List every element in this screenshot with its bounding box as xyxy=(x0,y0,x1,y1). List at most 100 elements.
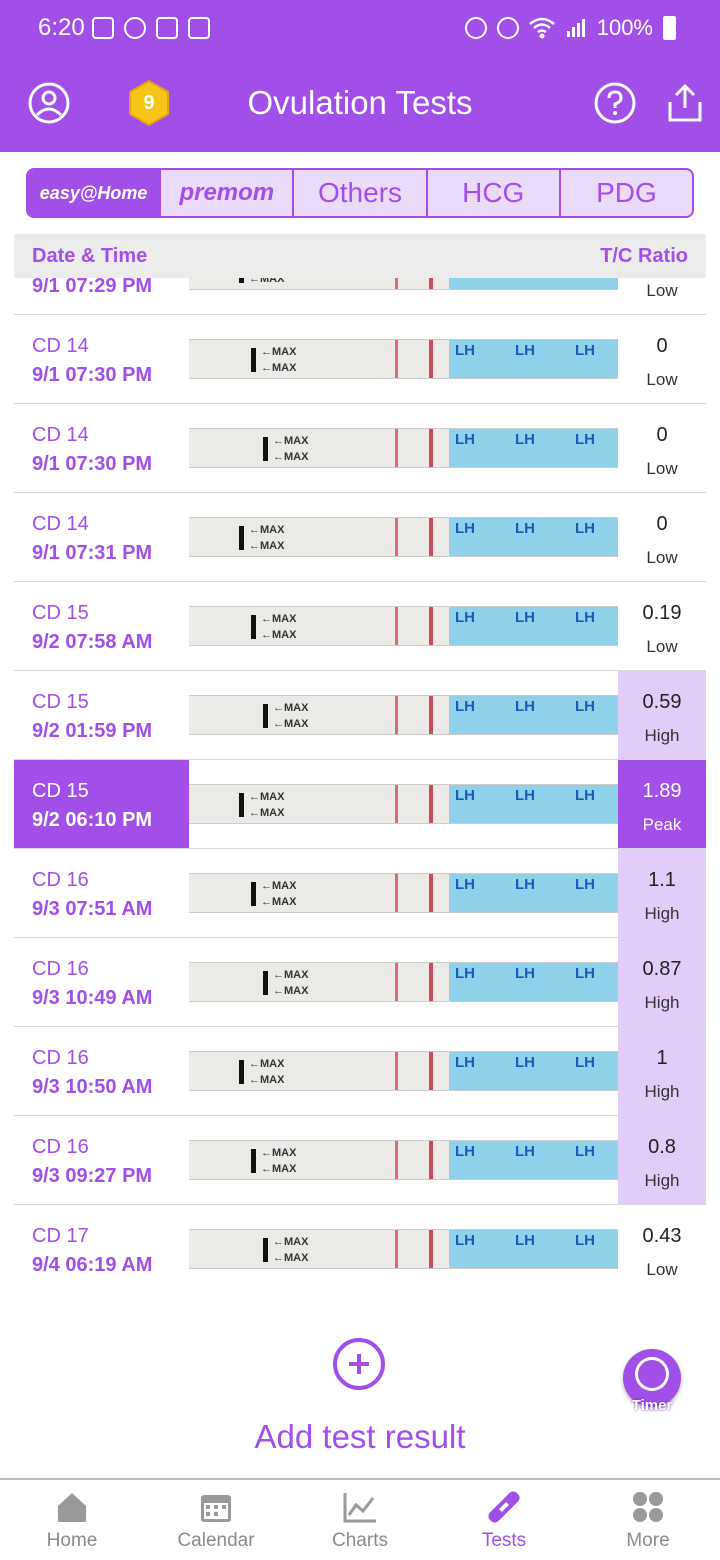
test-datetime: 9/1 07:31 PM xyxy=(32,542,153,564)
battery-icon xyxy=(663,16,676,40)
strip-lh-label: LH xyxy=(575,1054,595,1071)
strip-lh-label: LH xyxy=(575,1232,595,1249)
help-icon[interactable] xyxy=(594,82,636,124)
tab-hcg[interactable]: HCG xyxy=(425,170,559,216)
cycle-day: CD 14 xyxy=(32,335,89,357)
tab-pdg[interactable]: PDG xyxy=(558,170,692,216)
test-row[interactable]: CD 15 9/2 07:58 AM ←MAX ←MAX LH LH LH 0.19 Low xyxy=(14,582,706,671)
share-icon[interactable] xyxy=(664,82,706,124)
row-datetime-cell: CD 15 9/2 07:58 AM xyxy=(14,582,189,670)
test-strip-photo[interactable]: ←MAX←MAXLHLHLH xyxy=(189,962,618,1002)
test-datetime: 9/1 07:30 PM xyxy=(32,453,153,475)
strip-test-line xyxy=(395,785,398,823)
nav-calendar[interactable]: Calendar xyxy=(144,1480,288,1560)
strip-body xyxy=(189,518,449,556)
timer-button[interactable]: Timer xyxy=(623,1349,681,1414)
strip-lh-label: LH xyxy=(455,1143,475,1160)
test-strip-photo[interactable]: ←MAX←MAXLHLHLH xyxy=(189,339,618,379)
test-strip-photo[interactable]: ←MAX←MAXLHLHLH xyxy=(189,784,618,824)
lh-level: Low xyxy=(646,459,678,478)
test-row[interactable]: CD 16 9/3 09:27 PM ←MAX ←MAX LH LH LH 0.8 High xyxy=(14,1116,706,1205)
test-row[interactable]: CD 14 9/1 07:31 PM ←MAX ←MAX LH LH LH 0 Low xyxy=(14,493,706,582)
tc-ratio-value: 0.87 xyxy=(642,958,682,980)
test-strip-photo[interactable]: ←MAX←MAXLHLHLH xyxy=(189,1140,618,1180)
nav-more[interactable]: More xyxy=(576,1480,720,1560)
chart-icon xyxy=(343,1493,376,1523)
test-row[interactable]: CD 16 9/3 07:51 AM ←MAX ←MAX LH LH LH 1.1 High xyxy=(14,849,706,938)
strip-handle: LHLHLH xyxy=(449,1141,618,1179)
test-strip-photo[interactable]: ←MAX←MAXLHLHLH xyxy=(189,695,618,735)
test-row[interactable]: CD 17 9/4 06:19 AM ←MAX ←MAX LH LH LH 0.43 Low xyxy=(14,1205,706,1290)
tc-ratio-value: 0.8 xyxy=(648,1136,676,1158)
strip-control-line xyxy=(429,963,433,1001)
test-list[interactable]: 9/1 07:29 PM ←MAX ←MAX LH LH LH Low CD 14 9/1 07… xyxy=(14,278,706,1290)
tc-ratio-cell: 1 High xyxy=(618,1027,706,1115)
test-row[interactable]: 9/1 07:29 PM←MAX←MAXLHLHLHLow xyxy=(14,278,706,315)
test-strip-icon xyxy=(488,1491,520,1523)
cycle-day: CD 16 xyxy=(32,869,89,891)
nav-charts[interactable]: Charts xyxy=(288,1480,432,1560)
test-row[interactable]: CD 14 9/1 07:30 PM ←MAX ←MAX LH LH LH 0 Low xyxy=(14,315,706,404)
add-test-icon[interactable] xyxy=(333,1338,385,1390)
lh-level: High xyxy=(644,993,680,1012)
row-datetime-cell: CD 15 9/2 06:10 PM xyxy=(14,760,189,848)
test-row[interactable]: CD 15 9/2 01:59 PM ←MAX ←MAX LH LH LH 0.59 High xyxy=(14,671,706,760)
header: 9 Ovulation Tests xyxy=(0,56,720,152)
strip-handle: LHLHLH xyxy=(449,696,618,734)
tab-others[interactable]: Others xyxy=(292,170,425,216)
strip-lh-label: LH xyxy=(575,520,595,537)
strip-body xyxy=(189,1230,449,1268)
tab-easy-at-home[interactable]: easy@Home xyxy=(28,170,160,216)
tab-premom[interactable]: premom xyxy=(159,170,292,216)
test-strip-photo[interactable]: ←MAX←MAXLHLHLH xyxy=(189,606,618,646)
nav-tests[interactable]: Tests xyxy=(432,1480,576,1560)
notification-icons xyxy=(92,14,210,42)
strip-lh-label: LH xyxy=(575,876,595,893)
nav-home[interactable]: Home xyxy=(0,1480,144,1560)
test-strip-photo[interactable]: ←MAX←MAXLHLHLH xyxy=(189,1229,618,1269)
cycle-day: CD 16 xyxy=(32,1136,89,1158)
strip-lh-label: LH xyxy=(455,431,475,448)
test-row[interactable]: CD 16 9/3 10:49 AM ←MAX ←MAX LH LH LH 0.87 High xyxy=(14,938,706,1027)
row-datetime-cell: CD 15 9/2 01:59 PM xyxy=(14,671,189,759)
row-datetime-cell: CD 16 9/3 10:50 AM xyxy=(14,1027,189,1115)
test-strip-photo[interactable]: ←MAX←MAXLHLHLH xyxy=(189,873,618,913)
strip-max-mark xyxy=(251,348,256,372)
test-strip-photo[interactable]: ←MAX←MAXLHLHLH xyxy=(189,1051,618,1091)
strip-handle: LHLHLH xyxy=(449,785,618,823)
strip-max-label: ←MAX xyxy=(261,896,297,908)
strip-test-line xyxy=(395,340,398,378)
strip-handle: LHLHLH xyxy=(449,518,618,556)
strip-control-line xyxy=(429,340,433,378)
calendar-icon xyxy=(201,1495,231,1522)
test-row[interactable]: CD 16 9/3 10:50 AM ←MAX ←MAX LH LH LH 1 High xyxy=(14,1027,706,1116)
tc-ratio-value: 0 xyxy=(656,335,668,357)
nav-calendar-label: Calendar xyxy=(177,1530,255,1551)
add-test-button[interactable]: Add test result xyxy=(0,1418,720,1456)
strip-max-label: ←MAX xyxy=(273,702,309,714)
tc-ratio-value: 0.43 xyxy=(642,1225,682,1247)
battery-percent: 100% xyxy=(596,15,653,40)
row-datetime-cell: CD 14 9/1 07:30 PM xyxy=(14,404,189,492)
strip-max-label: ←MAX xyxy=(261,613,297,625)
test-strip-photo[interactable]: ←MAX←MAXLHLHLH xyxy=(189,428,618,468)
cycle-day: CD 15 xyxy=(32,602,89,624)
row-datetime-cell: CD 16 9/3 07:51 AM xyxy=(14,849,189,937)
strip-lh-label: LH xyxy=(575,787,595,804)
alarm-clock-icon xyxy=(496,17,519,39)
timer-label: Timer xyxy=(631,1397,673,1414)
col-tc-ratio: T/C Ratio xyxy=(600,245,688,267)
strip-test-line xyxy=(395,1230,398,1268)
test-strip-photo[interactable]: ←MAX←MAXLHLHLH xyxy=(189,517,618,557)
strip-lh-label: LH xyxy=(515,698,535,715)
strip-control-line xyxy=(429,607,433,645)
strip-max-label: ←MAX xyxy=(249,1074,285,1086)
test-row[interactable]: CD 14 9/1 07:30 PM ←MAX ←MAX LH LH LH 0 Low xyxy=(14,404,706,493)
strip-lh-label: LH xyxy=(515,1054,535,1071)
tc-ratio-cell: 0.8 High xyxy=(618,1116,706,1204)
strip-handle: LHLHLH xyxy=(449,340,618,378)
cycle-day: CD 16 xyxy=(32,958,89,980)
test-row[interactable]: CD 15 9/2 06:10 PM ←MAX ←MAX LH LH LH 1.89 Peak xyxy=(14,760,706,849)
strip-handle: LHLHLH xyxy=(449,278,618,289)
test-strip-photo[interactable]: ←MAX←MAXLHLHLH xyxy=(189,278,618,290)
